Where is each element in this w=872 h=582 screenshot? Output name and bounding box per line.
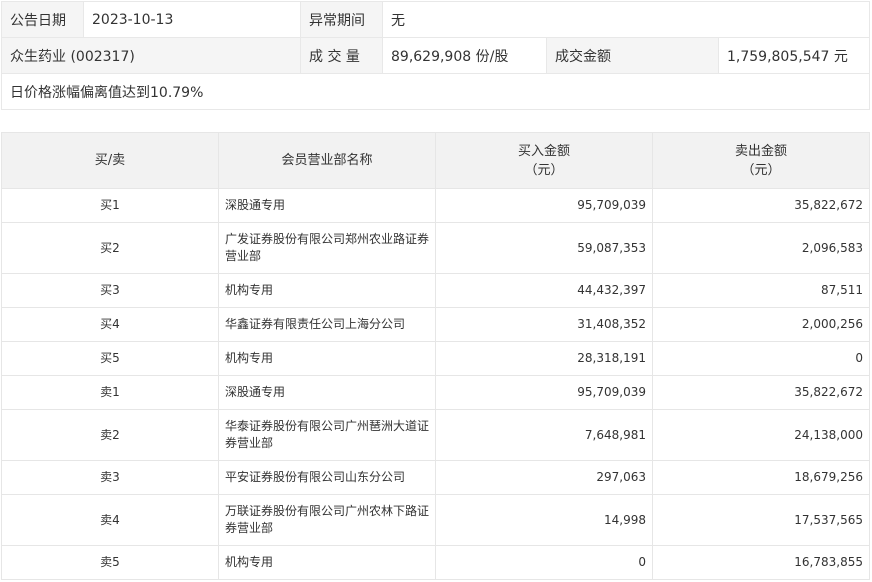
date-label: 公告日期 — [1, 1, 84, 38]
table-row: 卖4 万联证券股份有限公司广州农林下路证券营业部 14,998 17,537,5… — [1, 494, 870, 546]
info-row-reason: 日价格涨幅偏离值达到10.79% — [0, 73, 871, 110]
reason-text: 日价格涨幅偏离值达到10.79% — [0, 73, 871, 110]
row-sell-amount: 35,822,672 — [652, 375, 870, 410]
table-row: 卖2 华泰证券股份有限公司广州琶洲大道证券营业部 7,648,981 24,13… — [1, 409, 870, 461]
volume-value: 89,629,908 份/股 — [382, 37, 547, 74]
row-side: 卖2 — [1, 409, 219, 461]
row-dept: 华泰证券股份有限公司广州琶洲大道证券营业部 — [218, 409, 436, 461]
row-dept: 机构专用 — [218, 341, 436, 376]
table-row: 买4 华鑫证券有限责任公司上海分公司 31,408,352 2,000,256 — [1, 307, 870, 342]
row-dept: 机构专用 — [218, 273, 436, 308]
header-buy-unit: （元） — [524, 162, 564, 178]
row-sell-amount: 17,537,565 — [652, 494, 870, 546]
row-side: 买2 — [1, 222, 219, 274]
row-dept: 华鑫证券有限责任公司上海分公司 — [218, 307, 436, 342]
trading-seats-table: 买/卖 会员营业部名称 买入金额 （元） 卖出金额 （元） 买1 深股通专用 9… — [1, 132, 870, 580]
announcement-info-table: 公告日期 2023-10-13 异常期间 无 众生药业 (002317) 成 交… — [0, 1, 871, 110]
info-row-date: 公告日期 2023-10-13 异常期间 无 — [1, 1, 871, 38]
row-buy-amount: 28,318,191 — [435, 341, 653, 376]
row-dept: 广发证券股份有限公司郑州农业路证券营业部 — [218, 222, 436, 274]
row-sell-amount: 16,783,855 — [652, 545, 870, 580]
row-side: 卖3 — [1, 460, 219, 495]
abnormal-period-label: 异常期间 — [300, 1, 383, 38]
header-buy-amount: 买入金额 （元） — [435, 132, 653, 189]
row-buy-amount: 0 — [435, 545, 653, 580]
header-buy-label: 买入金额 — [517, 143, 570, 159]
table-body: 买1 深股通专用 95,709,039 35,822,672 买2 广发证券股份… — [1, 188, 870, 580]
header-dept: 会员营业部名称 — [218, 132, 436, 189]
table-row: 卖1 深股通专用 95,709,039 35,822,672 — [1, 375, 870, 410]
volume-label: 成 交 量 — [300, 37, 383, 74]
header-sell-label: 卖出金额 — [734, 143, 787, 159]
row-dept: 深股通专用 — [218, 188, 436, 223]
row-side: 买5 — [1, 341, 219, 376]
row-side: 卖1 — [1, 375, 219, 410]
row-sell-amount: 24,138,000 — [652, 409, 870, 461]
stock-name: 众生药业 (002317) — [1, 37, 301, 74]
amount-value: 1,759,805,547 元 — [717, 37, 871, 74]
row-dept: 万联证券股份有限公司广州农林下路证券营业部 — [218, 494, 436, 546]
info-row-trade: 众生药业 (002317) 成 交 量 89,629,908 份/股 成交金额 … — [1, 37, 871, 74]
row-buy-amount: 7,648,981 — [435, 409, 653, 461]
row-side: 卖4 — [1, 494, 219, 546]
row-buy-amount: 95,709,039 — [435, 188, 653, 223]
header-side: 买/卖 — [1, 132, 219, 189]
row-buy-amount: 44,432,397 — [435, 273, 653, 308]
table-header-row: 买/卖 会员营业部名称 买入金额 （元） 卖出金额 （元） — [1, 132, 870, 189]
row-dept: 机构专用 — [218, 545, 436, 580]
date-value: 2023-10-13 — [83, 1, 301, 38]
row-buy-amount: 297,063 — [435, 460, 653, 495]
header-sell-amount: 卖出金额 （元） — [652, 132, 870, 189]
header-sell-unit: （元） — [741, 162, 781, 178]
page: 公告日期 2023-10-13 异常期间 无 众生药业 (002317) 成 交… — [0, 0, 872, 582]
amount-label: 成交金额 — [546, 37, 719, 74]
table-row: 买1 深股通专用 95,709,039 35,822,672 — [1, 188, 870, 223]
row-side: 卖5 — [1, 545, 219, 580]
abnormal-period-value: 无 — [381, 1, 871, 38]
row-dept: 平安证券股份有限公司山东分公司 — [218, 460, 436, 495]
table-row: 买3 机构专用 44,432,397 87,511 — [1, 273, 870, 308]
table-row: 买2 广发证券股份有限公司郑州农业路证券营业部 59,087,353 2,096… — [1, 222, 870, 274]
table-row: 卖3 平安证券股份有限公司山东分公司 297,063 18,679,256 — [1, 460, 870, 495]
row-sell-amount: 0 — [652, 341, 870, 376]
row-buy-amount: 95,709,039 — [435, 375, 653, 410]
row-buy-amount: 14,998 — [435, 494, 653, 546]
row-dept: 深股通专用 — [218, 375, 436, 410]
row-buy-amount: 59,087,353 — [435, 222, 653, 274]
row-side: 买3 — [1, 273, 219, 308]
row-side: 买1 — [1, 188, 219, 223]
row-sell-amount: 18,679,256 — [652, 460, 870, 495]
row-sell-amount: 87,511 — [652, 273, 870, 308]
row-sell-amount: 2,000,256 — [652, 307, 870, 342]
row-side: 买4 — [1, 307, 219, 342]
table-row: 卖5 机构专用 0 16,783,855 — [1, 545, 870, 580]
row-buy-amount: 31,408,352 — [435, 307, 653, 342]
row-sell-amount: 35,822,672 — [652, 188, 870, 223]
row-sell-amount: 2,096,583 — [652, 222, 870, 274]
table-row: 买5 机构专用 28,318,191 0 — [1, 341, 870, 376]
